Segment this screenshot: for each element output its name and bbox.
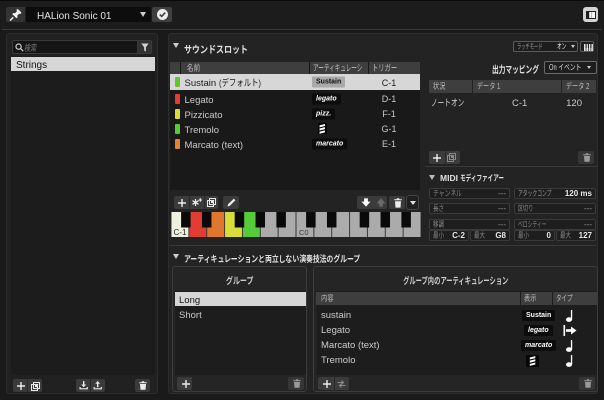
svg-text:C0: C0 <box>299 228 309 237</box>
svg-text:C-1: C-1 <box>174 228 187 237</box>
